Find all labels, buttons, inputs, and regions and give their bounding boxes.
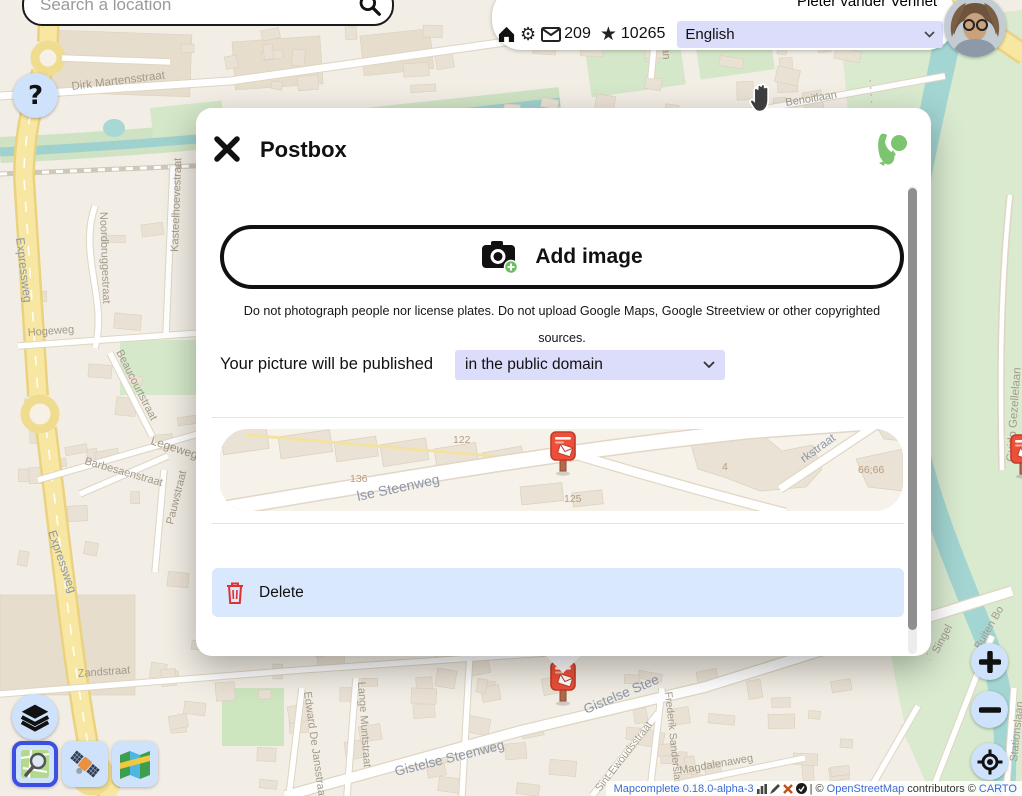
edit-pencil-icon[interactable] [770, 784, 780, 794]
license-select[interactable]: in the public domain [455, 350, 725, 380]
license-selected: in the public domain [465, 356, 603, 374]
messages-count[interactable]: 209 [564, 25, 591, 43]
attribution-sep: | [810, 783, 813, 795]
license-label: Your picture will be published [220, 355, 433, 374]
stats-icon[interactable] [757, 784, 767, 794]
user-toolbar-row: ⚙ 209 ★ 10265 English [497, 20, 968, 48]
map-style-satellite-button[interactable] [62, 741, 108, 787]
popup-scrollbar[interactable] [908, 186, 917, 654]
svg-text:136: 136 [350, 473, 368, 485]
close-icon[interactable] [213, 135, 241, 163]
map-style-map-button[interactable] [112, 741, 158, 787]
svg-text:66;66: 66;66 [858, 464, 884, 476]
copyright-sign: © [816, 783, 824, 795]
trash-icon [225, 581, 245, 605]
delete-button[interactable]: Delete [212, 568, 904, 617]
username-label[interactable]: Pieter vander Vennet [797, 0, 937, 10]
language-selected: English [685, 26, 734, 43]
carto-link[interactable]: CARTO [979, 783, 1017, 795]
divider [212, 523, 904, 524]
x-logo-icon[interactable] [783, 784, 793, 794]
search-bar [22, 0, 394, 26]
hand-cursor [742, 78, 778, 116]
plus-icon [979, 651, 1001, 673]
osm-link[interactable]: OpenStreetMap [827, 783, 905, 795]
osm-logo-icon [876, 130, 910, 168]
svg-text:4: 4 [722, 461, 728, 473]
app-window: Dirk Martensstraat Noordbruggestraat Kas… [0, 0, 1022, 796]
language-select[interactable]: English [677, 21, 943, 48]
crosshair-icon [977, 749, 1003, 775]
add-image-label: Add image [535, 245, 642, 269]
chevron-down-icon [924, 31, 935, 38]
home-icon[interactable] [497, 25, 516, 43]
popup-tail [543, 655, 583, 675]
dark-circle-icon[interactable] [796, 783, 807, 794]
changesets-count[interactable]: 10265 [621, 25, 666, 43]
add-image-button[interactable]: Add image [220, 225, 904, 289]
layers-icon [20, 702, 50, 732]
geolocate-button[interactable] [971, 743, 1008, 780]
settings-gear-icon[interactable]: ⚙ [520, 24, 536, 45]
map-style-osm-button[interactable] [12, 741, 58, 787]
camera-icon [481, 240, 519, 274]
divider [212, 417, 904, 418]
app-version-link[interactable]: Mapcomplete 0.18.0-alpha-3 [614, 783, 754, 795]
search-icon[interactable] [358, 0, 382, 17]
image-disclaimer: Do not photograph people nor license pla… [226, 298, 898, 352]
zoom-out-button[interactable] [971, 691, 1008, 728]
svg-text:122: 122 [453, 434, 471, 446]
postbox-marker-partial[interactable] [1008, 434, 1022, 480]
svg-text:125: 125 [564, 493, 582, 505]
postbox-popup: Postbox Add image Do not photograph peop… [196, 108, 931, 656]
chevron-down-icon [703, 361, 715, 369]
contributors-text: contributors [907, 783, 964, 795]
attribution-bar: Mapcomplete 0.18.0-alpha-3 | © OpenStree… [606, 781, 1022, 796]
layers-button[interactable] [12, 694, 58, 740]
question-mark-icon: ? [28, 81, 43, 111]
search-input[interactable] [38, 0, 358, 16]
zoom-in-button[interactable] [971, 643, 1008, 680]
popup-minimap[interactable]: 122 136 125 4 66;66 lse Steenweg rkstraa… [220, 429, 903, 511]
mail-icon[interactable] [541, 27, 561, 42]
folded-map-icon [118, 749, 152, 779]
help-button[interactable]: ? [13, 73, 58, 118]
popup-title: Postbox [260, 137, 347, 163]
satellite-icon [68, 747, 102, 781]
copyright-sign2: © [968, 783, 976, 795]
popup-scrollbar-thumb[interactable] [908, 188, 917, 630]
delete-label: Delete [259, 584, 304, 602]
star-icon[interactable]: ★ [600, 23, 617, 45]
osm-map-icon [19, 748, 51, 780]
minus-icon [979, 699, 1001, 721]
